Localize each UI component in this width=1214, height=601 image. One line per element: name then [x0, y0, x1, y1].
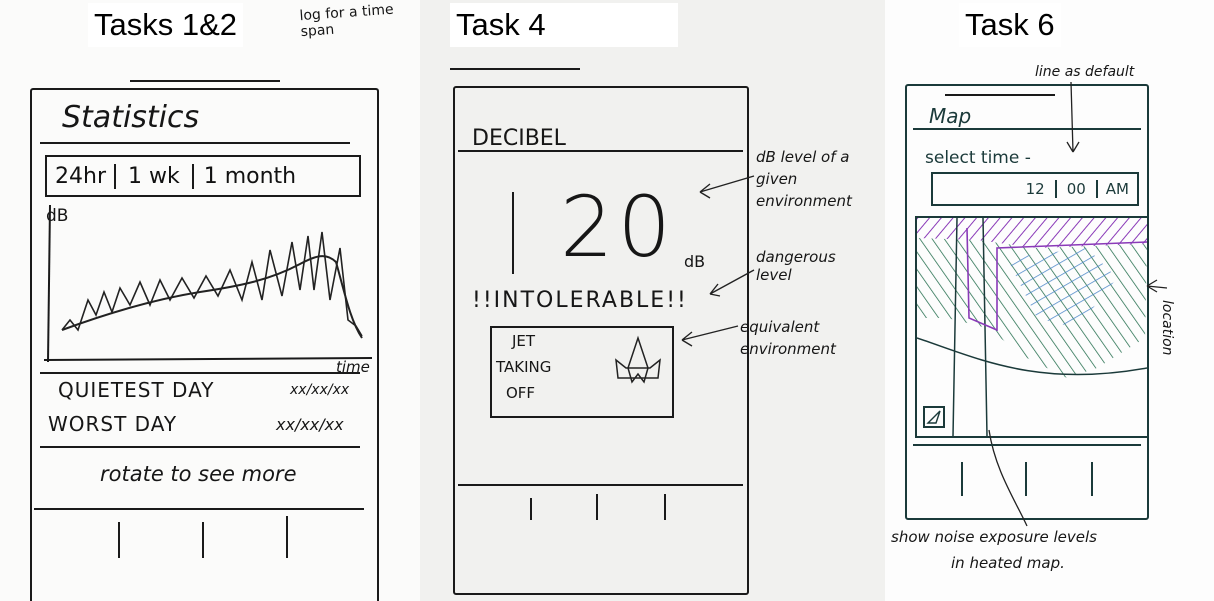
- rotate-hint: rotate to see more: [100, 462, 297, 486]
- nav-separator: [961, 462, 963, 496]
- nav-separator: [1025, 462, 1027, 496]
- nav-divider: [34, 508, 364, 510]
- chart-divider: [40, 372, 360, 374]
- noise-sawtooth-line: [61, 231, 363, 337]
- annotation-arrows: [681, 175, 755, 347]
- nav-separator: [286, 516, 288, 558]
- annotation-arrows: [988, 81, 1168, 527]
- map-caption-line-2: in heated map.: [951, 554, 1065, 572]
- map-caption-line-1: show noise exposure levels: [891, 528, 1097, 546]
- map-sketch-panel: Task 6 line as default Map select time -…: [885, 0, 1214, 601]
- decibel-sketch-panel: Task 4 DECIBEL 20 dB !!INTOLERABLE!! JET…: [420, 0, 885, 601]
- nav-separator: [1091, 462, 1093, 496]
- nav-separator: [202, 522, 204, 558]
- x-axis: [43, 357, 373, 361]
- quietest-day-date: xx/xx/xx: [290, 382, 350, 398]
- worst-day-date: xx/xx/xx: [276, 415, 344, 434]
- nav-divider: [913, 444, 1141, 446]
- worst-day-label: WORST DAY: [48, 412, 178, 436]
- noise-history-chart: [43, 204, 373, 363]
- stats-divider: [40, 446, 360, 448]
- nav-separator: [118, 522, 120, 558]
- statistics-sketch-panel: Tasks 1&2 log for a time span Statistics…: [0, 0, 420, 601]
- quietest-day-label: QUIETEST DAY: [58, 378, 215, 402]
- y-axis: [47, 204, 51, 363]
